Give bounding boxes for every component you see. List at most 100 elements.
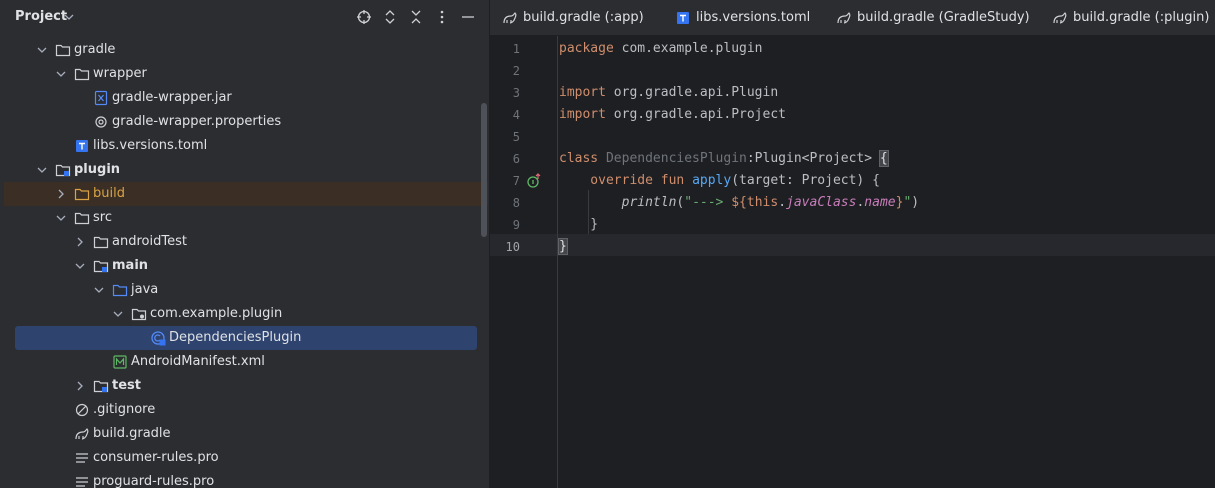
tree-item-label: src (93, 210, 112, 225)
line-number: 7 (512, 174, 520, 188)
chevron-down-icon[interactable] (36, 164, 48, 176)
tree-item-wrapper[interactable]: wrapper (0, 62, 478, 86)
collapse-all-icon[interactable] (408, 9, 424, 25)
tab-label: build.gradle (:app) (523, 10, 644, 25)
tree-item-label: build.gradle (93, 426, 171, 441)
project-tool-window: Project gradle wrapper gradle-wrapper.jar g… (0, 0, 489, 488)
code-line[interactable]: import org.gradle.api.Plugin (559, 82, 778, 104)
tree-item-build[interactable]: build (4, 182, 488, 206)
code-line[interactable]: } (558, 236, 568, 258)
chevron-right-icon[interactable] (74, 236, 86, 248)
chevron-down-icon[interactable] (55, 68, 67, 80)
code-token: { (878, 150, 889, 167)
tree-item-main[interactable]: main (0, 254, 478, 278)
code-token: import (559, 107, 606, 122)
tree-item-label: main (112, 258, 149, 273)
tree-item-label: .gitignore (93, 402, 156, 417)
project-view-selector[interactable]: Project (15, 9, 67, 24)
tab-label: build.gradle (GradleStudy) (857, 10, 1030, 25)
chevron-right-icon[interactable] (55, 188, 67, 200)
code-token: this (746, 195, 779, 210)
chevron-down-icon[interactable] (36, 44, 48, 56)
tree-item-androidmanifest-xml[interactable]: AndroidManifest.xml (0, 350, 478, 374)
chevron-down-icon[interactable] (112, 308, 124, 320)
code-token: } (558, 238, 568, 255)
code-line[interactable]: override fun apply(target: Project) { (559, 170, 880, 192)
tree-item-java[interactable]: java (0, 278, 478, 302)
jar-file-icon (94, 90, 108, 106)
chevron-down-icon[interactable] (93, 284, 105, 296)
code-token: import (559, 85, 606, 100)
more-options-icon[interactable] (434, 9, 450, 25)
code-token: DependenciesPlugin (605, 151, 747, 166)
code-token: apply (692, 173, 732, 188)
locate-icon[interactable] (356, 9, 372, 25)
code-token: println (621, 195, 677, 210)
text-file-icon (76, 453, 88, 463)
tree-item-proguard-rules-pro[interactable]: proguard-rules.pro (0, 470, 478, 488)
tree-item-libs-versions-toml[interactable]: libs.versions.toml (0, 134, 478, 158)
tree-item-plugin[interactable]: plugin (0, 158, 478, 182)
current-line-highlight (490, 234, 1215, 256)
chevron-right-icon[interactable] (74, 380, 86, 392)
minimize-icon[interactable] (460, 9, 476, 25)
code-line[interactable]: package com.example.plugin (559, 38, 763, 60)
code-line[interactable]: } (559, 214, 598, 236)
chevron-down-icon[interactable] (55, 212, 67, 224)
chevron-down-icon[interactable] (63, 11, 75, 23)
tree-item-label: plugin (74, 162, 121, 177)
code-token: ) (911, 195, 920, 210)
panel-scrollbar[interactable] (481, 103, 487, 237)
tree-item-label: java (131, 282, 159, 297)
tree-item-label: proguard-rules.pro (93, 474, 215, 488)
tab-build-gradle-gradlestudy[interactable]: build.gradle (GradleStudy) (836, 0, 1030, 35)
code-token: } (559, 217, 599, 232)
tree-item-gitignore[interactable]: .gitignore (0, 398, 478, 422)
tree-item-gradle-wrapper-properties[interactable]: gradle-wrapper.properties (0, 110, 478, 134)
kotlin-class-icon (151, 331, 166, 346)
code-token: org.gradle.api.Plugin (605, 85, 779, 100)
folder-icon (55, 44, 71, 57)
tree-item-build-gradle[interactable]: build.gradle (0, 422, 478, 446)
toml-file-icon (76, 140, 88, 152)
gradle-file-icon (1053, 12, 1067, 24)
code-line[interactable]: class DependenciesPlugin:Plugin<Project>… (559, 148, 889, 170)
tree-item-com-example-plugin[interactable]: com.example.plugin (0, 302, 478, 326)
tree-item-dependenciesplugin[interactable]: DependenciesPlugin (15, 326, 477, 350)
editor-gutter[interactable]: 1 2 3 4 5 6 7 8 9 10 (490, 36, 558, 488)
source-set-folder-icon (93, 380, 109, 393)
expand-all-icon[interactable] (382, 9, 398, 25)
tree-item-gradle-wrapper-jar[interactable]: gradle-wrapper.jar (0, 86, 478, 110)
code-line[interactable]: import org.gradle.api.Project (559, 104, 786, 126)
code-token: ${ (731, 195, 747, 210)
line-number: 8 (512, 196, 520, 210)
code-line[interactable]: println("---> ${this.javaClass.name}") (559, 192, 919, 214)
tree-item-test[interactable]: test (0, 374, 478, 398)
tree-item-label: com.example.plugin (150, 306, 283, 321)
chevron-down-icon[interactable] (74, 260, 86, 272)
gitignore-file-icon (75, 403, 89, 417)
tab-libs-versions-toml[interactable]: libs.versions.toml (675, 0, 845, 35)
tree-item-label: test (112, 378, 141, 393)
code-token: :Plugin<Project> (746, 151, 880, 166)
code-token: (target: Project) { (731, 173, 880, 188)
tree-item-gradle[interactable]: gradle (0, 38, 478, 62)
line-number: 2 (512, 64, 520, 78)
implementing-method-icon[interactable] (526, 173, 542, 189)
line-number: 1 (512, 42, 520, 56)
code-token: override fun (559, 173, 685, 188)
tree-item-androidtest[interactable]: androidTest (0, 230, 478, 254)
tree-item-src[interactable]: src (0, 206, 478, 230)
code-token: package (559, 41, 614, 56)
project-panel-header: Project (0, 0, 489, 36)
folder-icon (93, 236, 109, 249)
line-number: 6 (512, 152, 520, 166)
gradle-file-icon (503, 12, 517, 24)
tab-build-gradle-plugin[interactable]: build.gradle (:plugin) (1052, 0, 1215, 35)
code-editor[interactable]: 1 2 3 4 5 6 7 8 9 10 package com.example.plugin im… (490, 36, 1215, 488)
tab-build-gradle-app[interactable]: build.gradle (:app) (502, 0, 672, 35)
tree-item-consumer-rules-pro[interactable]: consumer-rules.pro (0, 446, 478, 470)
